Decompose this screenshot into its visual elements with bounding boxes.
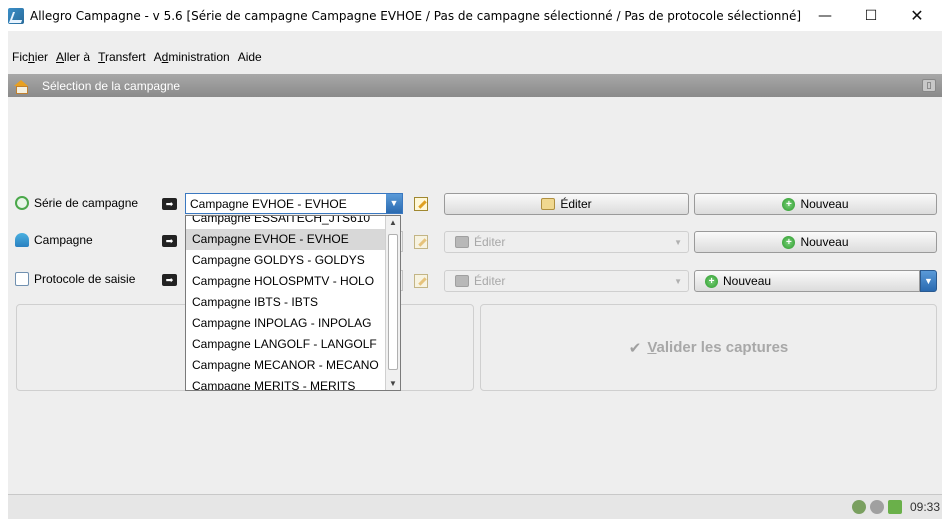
menu-aller-a[interactable]: Aller à [52,50,94,64]
edit-icon [541,198,556,210]
section-header: Sélection de la campagne ▯ [8,74,942,97]
title-bar: Allegro Campagne - v 5.6 [Série de campa… [0,0,942,31]
menu-fichier[interactable]: Fichier [8,50,52,64]
protocole-document-icon [15,272,29,286]
campagne-ship-icon [15,233,29,247]
serie-label: Série de campagne [34,196,139,210]
menu-aide[interactable]: Aide [234,50,266,64]
menu-bar: Fichier Aller à Transfert Administration… [8,48,942,66]
serie-combo[interactable]: Campagne EVHOE - EVHOE ▼ [185,193,403,214]
dropdown-item[interactable]: Campagne GOLDYS - GOLDYS [186,250,386,271]
serie-combo-value: Campagne EVHOE - EVHOE [190,196,347,211]
valider-label: Valider les captures [647,339,789,356]
campagne-new-button[interactable]: + Nouveau [694,231,937,253]
protocole-label-group: Protocole de saisie [15,272,135,286]
home-icon[interactable] [14,79,28,94]
main-frame [8,70,942,519]
dropdown-scrollbar[interactable]: ▲ ▼ [385,216,400,390]
protocole-edit-label: Éditer [474,274,506,288]
status-icons [848,500,902,514]
protocole-edit-pencil-icon[interactable] [414,274,428,288]
campagne-label: Campagne [34,233,93,247]
protocole-edit-button[interactable]: Éditer ▼ [444,270,689,292]
serie-new-label: Nouveau [800,197,849,211]
status-bar: 09:33 [8,494,942,519]
protocole-new-button[interactable]: + Nouveau [694,270,920,292]
scroll-down-arrow-icon[interactable]: ▼ [389,379,397,388]
serie-label-group: Série de campagne [15,196,138,210]
dropdown-item[interactable]: Campagne ESSAITECH_JTS610 [186,216,386,229]
checkmark-icon: ✔ [628,339,642,357]
protocole-label: Protocole de saisie [34,272,136,286]
dropdown-item[interactable]: Campagne MECANOR - MECANO [186,355,386,376]
help-book-icon[interactable]: ▯ [922,79,936,92]
plus-icon: + [705,274,718,288]
campagne-label-group: Campagne [15,233,93,247]
close-button[interactable]: ✕ [894,0,940,31]
section-title: Sélection de la campagne [42,78,181,93]
goto-protocole-icon[interactable]: ➡ [162,274,177,286]
serie-combo-arrow-icon[interactable]: ▼ [386,194,402,213]
protocole-edit-arrow-icon: ▼ [674,276,682,286]
maximize-button[interactable]: ☐ [848,0,894,31]
window-title: Allegro Campagne - v 5.6 [Série de campa… [30,8,802,23]
campagne-edit-arrow-icon: ▼ [674,237,682,247]
menu-administration[interactable]: Administration [150,50,234,64]
dropdown-item[interactable]: Campagne INPOLAG - INPOLAG [186,313,386,334]
menu-transfert[interactable]: Transfert [94,50,150,64]
minimize-button[interactable]: — [802,0,848,31]
scroll-up-arrow-icon[interactable]: ▲ [389,218,397,227]
allegro-app-icon [8,7,24,24]
dropdown-item[interactable]: Campagne IBTS - IBTS [186,292,386,313]
scrollbar-thumb[interactable] [388,234,398,370]
network-status-icon [852,500,866,514]
protocole-new-dropdown-arrow-icon[interactable]: ▼ [920,270,937,292]
flag-status-icon [888,500,902,514]
dropdown-item[interactable]: Campagne MERITS - MERITS [186,376,386,390]
valider-captures-panel[interactable]: ✔ Valider les captures [480,304,937,391]
serie-dropdown-list[interactable]: Campagne ESSAITECH_JTS610 Campagne EVHOE… [185,215,401,391]
sync-status-icon [870,500,884,514]
serie-new-button[interactable]: + Nouveau [694,193,937,215]
protocole-new-label: Nouveau [723,274,772,288]
goto-serie-icon[interactable]: ➡ [162,198,177,210]
edit-icon [455,236,469,248]
serie-edit-pencil-icon[interactable] [414,197,428,211]
serie-target-icon [15,196,29,210]
plus-icon: + [782,235,796,249]
goto-campagne-icon[interactable]: ➡ [162,235,177,247]
status-time: 09:33 [909,500,940,514]
campagne-edit-pencil-icon[interactable] [414,235,428,249]
serie-edit-label: Éditer [560,197,592,211]
plus-icon: + [782,197,796,211]
edit-icon [455,275,469,287]
dropdown-item[interactable]: Campagne HOLOSPMTV - HOLO [186,271,386,292]
serie-edit-button[interactable]: Éditer [444,193,689,215]
campagne-new-label: Nouveau [800,235,849,249]
campagne-edit-label: Éditer [474,235,506,249]
campagne-edit-button[interactable]: Éditer ▼ [444,231,689,253]
dropdown-item[interactable]: Campagne LANGOLF - LANGOLF [186,334,386,355]
dropdown-item-selected[interactable]: Campagne EVHOE - EVHOE [186,229,386,250]
